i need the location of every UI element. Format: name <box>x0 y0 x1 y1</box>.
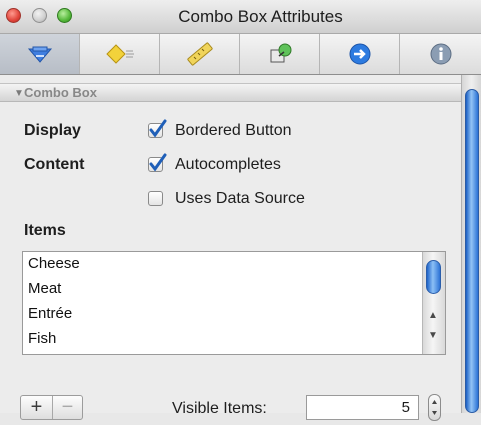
disclosure-triangle-icon[interactable]: ▼ <box>14 88 24 99</box>
items-list[interactable]: Cheese Meat Entrée Fish ▲ ▼ <box>22 251 446 355</box>
visible-items-label: Visible Items: <box>172 400 267 417</box>
tab-effects[interactable] <box>80 34 160 74</box>
window-scrollbar[interactable] <box>461 75 481 413</box>
checkmark-icon <box>149 153 167 172</box>
window-title: Combo Box Attributes <box>178 7 343 26</box>
remove-item-button[interactable]: − <box>52 396 83 419</box>
size-ruler-icon <box>186 42 213 66</box>
title-bar: Combo Box Attributes <box>0 0 481 34</box>
inspector-toolbar <box>0 34 481 75</box>
autocompletes-checkbox[interactable] <box>148 153 167 172</box>
items-list-scrollbar[interactable]: ▲ ▼ <box>422 252 445 354</box>
stepper-arrows-icon <box>432 400 437 415</box>
autocompletes-label: Autocompletes <box>175 156 281 173</box>
tab-identity[interactable] <box>400 34 481 74</box>
attributes-icon <box>27 46 52 63</box>
uses-data-source-checkbox[interactable] <box>148 191 163 206</box>
display-label: Display <box>24 122 81 139</box>
list-item[interactable]: Cheese <box>28 255 80 272</box>
uses-data-source-label: Uses Data Source <box>175 190 305 207</box>
add-remove-segmented-control: + − <box>20 395 83 420</box>
connections-icon <box>349 43 370 65</box>
tab-attributes[interactable] <box>0 34 80 74</box>
tab-connections[interactable] <box>320 34 400 74</box>
section-header-combo-box[interactable]: ▼ Combo Box <box>0 83 461 102</box>
list-item[interactable]: Fish <box>28 330 56 347</box>
bindings-icon <box>270 43 291 63</box>
tab-bindings[interactable] <box>240 34 320 74</box>
list-item[interactable]: Entrée <box>28 305 72 322</box>
scroll-down-arrow-icon[interactable]: ▼ <box>428 330 438 341</box>
visible-items-field[interactable]: 5 <box>306 395 419 420</box>
window-scroll-thumb[interactable] <box>465 89 479 413</box>
add-item-button[interactable]: + <box>21 396 53 419</box>
bordered-button-checkbox[interactable] <box>148 119 167 138</box>
section-title: Combo Box <box>24 85 97 100</box>
items-list-scroll-thumb[interactable] <box>426 260 441 294</box>
identity-info-icon <box>430 43 451 65</box>
list-item[interactable]: Meat <box>28 280 61 297</box>
bordered-button-label: Bordered Button <box>175 122 292 139</box>
scroll-up-arrow-icon[interactable]: ▲ <box>428 310 438 321</box>
effects-icon <box>105 44 134 64</box>
tab-size[interactable] <box>160 34 240 74</box>
checkmark-icon <box>149 119 167 138</box>
content-label: Content <box>24 156 85 173</box>
visible-items-stepper[interactable] <box>428 394 441 421</box>
items-label: Items <box>24 222 66 239</box>
